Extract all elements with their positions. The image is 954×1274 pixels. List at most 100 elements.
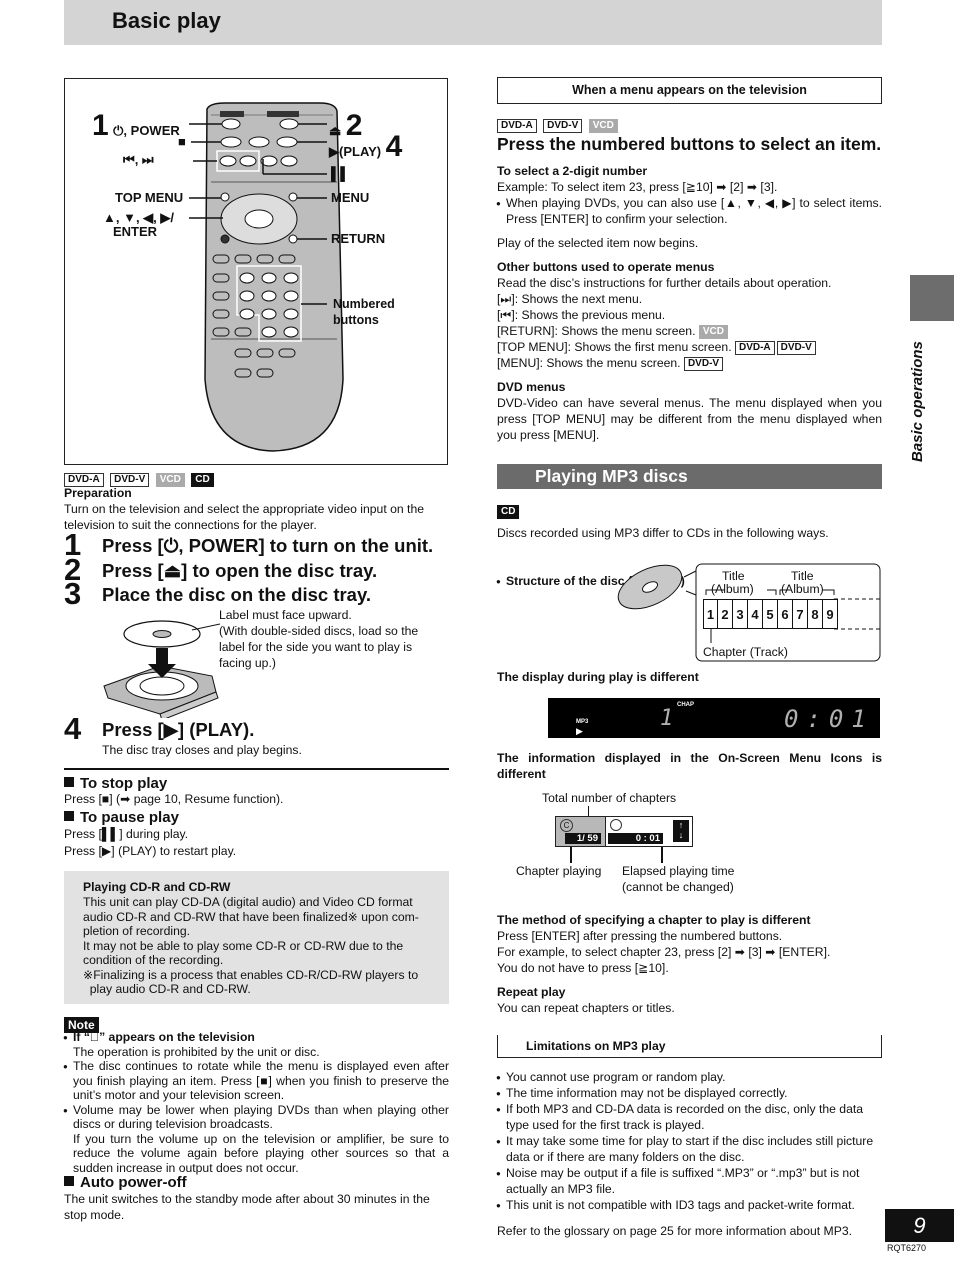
- chapter-cell: 4: [748, 599, 763, 629]
- limitations-title: Limitations on MP3 play: [526, 1039, 666, 1053]
- mp3-disc-tag: CD: [497, 503, 521, 521]
- lcd-chap-label: CHAP: [677, 702, 695, 708]
- tag-dvd-a: DVD-A: [497, 118, 537, 133]
- list-item: The time information may not be displaye…: [496, 1085, 882, 1102]
- tag-dvd-v: DVD-V: [776, 340, 816, 355]
- callout-top-menu: TOP MENU: [115, 190, 184, 205]
- other-buttons-intro: Read the disc’s instructions for further…: [497, 276, 832, 290]
- osd-elapsed-label: Elapsed playing time (cannot be changed): [622, 864, 735, 894]
- menu-disc-tags: DVD-A DVD-V VCD: [497, 117, 620, 135]
- osd-leader-chapter: [570, 847, 572, 863]
- page-number: 9: [885, 1209, 954, 1242]
- callout-play: ▶(PLAY) 4: [329, 130, 403, 163]
- lcd-chapter-digit: 1: [660, 706, 674, 731]
- disc-tray-illustration: [103, 620, 220, 718]
- auto-power-off-heading: Auto power-off: [64, 1174, 187, 1191]
- callout-pause: ▌▌: [331, 166, 350, 181]
- lcd-play-icon: ▶: [576, 726, 583, 736]
- osd-title: The information displayed in the On-Scre…: [497, 751, 882, 781]
- two-digit-example: Example: To select item 23, press [≧10] …: [497, 180, 778, 194]
- note-item: If “⃠” appears on the television: [63, 1030, 449, 1045]
- lcd-time: 0:01: [784, 705, 874, 733]
- method-title: The method of specifying a chapter to pl…: [497, 913, 811, 927]
- callout-stop: ■: [178, 134, 186, 149]
- osd-chapter-label: Chapter playing: [516, 864, 602, 878]
- callout-enter: ENTER: [113, 224, 158, 239]
- disc-label-note: Label must face upward. (With double-sid…: [219, 608, 419, 670]
- list-item: [⏮]: Shows the previous menu.: [497, 308, 666, 322]
- tag-vcd: VCD: [155, 472, 185, 487]
- structure-album-2: (Album): [781, 582, 824, 596]
- dvd-menus-text: DVD-Video can have several menus. The me…: [497, 396, 882, 442]
- osd-chapter-value: 1/ 59: [565, 833, 601, 844]
- tag-vcd: VCD: [588, 118, 618, 133]
- list-item: It may take some time for play to start …: [496, 1133, 882, 1165]
- pause-play-text-1: Press [▌▌] during play.: [64, 827, 189, 841]
- pause-play-text-2: Press [▶] (PLAY) to restart play.: [64, 844, 237, 858]
- lcd-display: CHAP MP3 ▶ 1 0:01: [548, 698, 880, 738]
- note-item: The disc continues to rotate while the m…: [63, 1059, 449, 1103]
- osd-icons-box: C 1/ 59 0 : 01 ↑ ↓: [555, 816, 693, 847]
- two-digit-bullet: When playing DVDs, you can also use [▲, …: [496, 195, 882, 227]
- tag-dvd-a: DVD-A: [734, 340, 775, 355]
- list-item: If both MP3 and CD-DA data is recorded o…: [496, 1101, 882, 1133]
- document-code: RQT6270: [887, 1243, 927, 1253]
- callout-power: 1 ⏻, POWER: [92, 109, 180, 142]
- square-bullet-icon: [64, 811, 74, 821]
- mp3-section-title: Playing MP3 discs: [535, 466, 688, 486]
- stop-play-text: Press [■] (➡ page 10, Resume function).: [64, 792, 284, 806]
- square-bullet-icon: [64, 1176, 74, 1186]
- step-4-subtext: The disc tray closes and play begins.: [102, 743, 302, 757]
- callout-numbered-buttons: Numbered buttons: [333, 297, 395, 327]
- dvd-menus-title: DVD menus: [497, 380, 566, 394]
- note-item: Volume may be lower when playing DVDs th…: [63, 1103, 449, 1132]
- chapter-cell: 2: [718, 599, 733, 629]
- square-bullet-icon: [64, 777, 74, 787]
- chapter-cell: 3: [733, 599, 748, 629]
- method-text: Press [ENTER] after pressing the numbere…: [497, 929, 831, 975]
- numbered-buttons-heading: Press the numbered buttons to select an …: [497, 134, 882, 154]
- chapter-cell: 7: [793, 599, 808, 629]
- repeat-play-title: Repeat play: [497, 985, 566, 999]
- tag-vcd: VCD: [698, 324, 728, 339]
- list-item: Noise may be output if a file is suffixe…: [496, 1165, 882, 1197]
- list-item: You cannot use program or random play.: [496, 1069, 882, 1086]
- other-buttons-list: [⏭]: Shows the next menu. [⏮]: Shows the…: [497, 291, 818, 371]
- section-side-label: Basic operations: [909, 341, 926, 462]
- pause-play-heading: To pause play: [64, 809, 179, 826]
- list-item: [TOP MENU]: Shows the first menu screen.…: [497, 339, 818, 355]
- list-item: This unit is not compatible with ID3 tag…: [496, 1197, 882, 1214]
- tag-cd: CD: [191, 472, 214, 487]
- preparation-text: Turn on the television and select the ap…: [64, 502, 424, 532]
- chapter-cell: 9: [823, 599, 838, 629]
- display-title: The display during play is different: [497, 670, 699, 684]
- menu-section-box: When a menu appears on the television: [497, 77, 882, 104]
- stop-play-heading: To stop play: [64, 775, 167, 792]
- preparation-title: Preparation: [64, 486, 132, 500]
- other-buttons-title: Other buttons used to operate menus: [497, 260, 715, 274]
- mp3-intro: Discs recorded using MP3 differ to CDs i…: [497, 526, 829, 540]
- section-side-tab: [910, 275, 954, 321]
- clock-icon: [610, 819, 622, 831]
- tag-dvd-v: DVD-V: [683, 356, 724, 371]
- page-title: Basic play: [112, 8, 221, 33]
- tag-dvd-v: DVD-V: [543, 118, 583, 133]
- callout-skip: ⏮, ⏭: [123, 152, 154, 167]
- osd-total-label: Total number of chapters: [542, 791, 677, 805]
- structure-album-1: (Album): [711, 582, 754, 596]
- lcd-mp3-label: MP3: [576, 719, 589, 725]
- tag-cd: CD: [497, 504, 520, 519]
- cdr-info-content: Playing CD-R and CD-RW This unit can pla…: [83, 880, 419, 996]
- chapter-track-label: Chapter (Track): [703, 645, 788, 659]
- auto-power-off-text: The unit switches to the standby mode af…: [64, 1192, 430, 1222]
- glossary-reference: Refer to the glossary on page 25 for mor…: [497, 1224, 852, 1238]
- callout-return: RETURN: [331, 231, 386, 246]
- osd-time-value: 0 : 01: [608, 833, 663, 844]
- chapter-cell: 8: [808, 599, 823, 629]
- list-item: [RETURN]: Shows the menu screen. VCD: [497, 323, 818, 339]
- list-item: [⏭]: Shows the next menu.: [497, 292, 643, 306]
- limitations-list: You cannot use program or random play. T…: [496, 1069, 882, 1214]
- chapter-cells: 123456789: [703, 599, 838, 629]
- two-digit-title: To select a 2-digit number: [497, 164, 648, 178]
- list-item: [MENU]: Shows the menu screen. DVD-V: [497, 355, 818, 371]
